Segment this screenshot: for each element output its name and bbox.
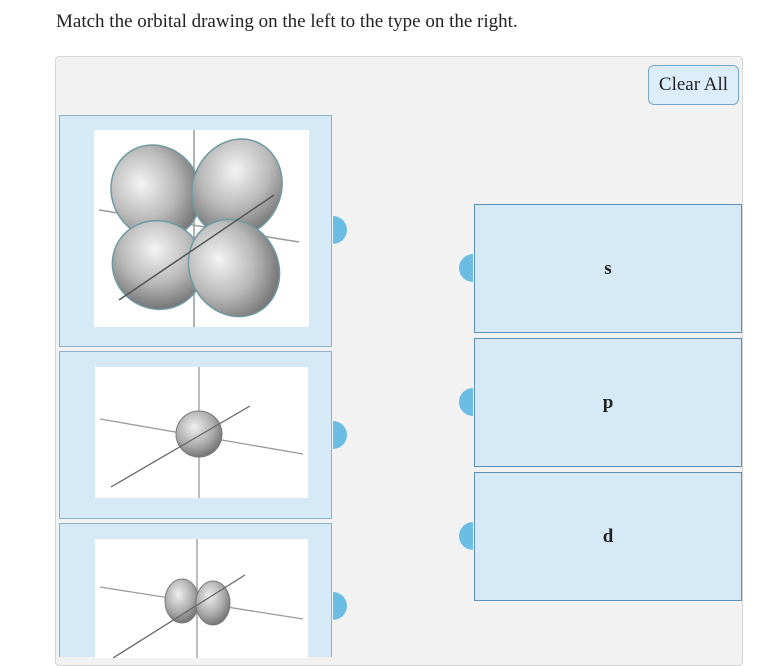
target-card-d[interactable]: d: [474, 472, 742, 601]
target-card-s[interactable]: s: [474, 204, 742, 333]
target-label-s: s: [604, 257, 612, 279]
instructions-text: Match the orbital drawing on the left to…: [56, 11, 518, 32]
p-orbital-dumbbell-icon: [95, 539, 308, 658]
drawing-card-1[interactable]: [59, 115, 332, 347]
clear-all-button[interactable]: Clear All: [648, 65, 739, 105]
drawing-card-3[interactable]: [59, 523, 332, 658]
s-orbital-sphere-icon: [95, 367, 308, 498]
target-label-p: p: [602, 391, 614, 413]
drawing-card-2[interactable]: [59, 351, 332, 519]
target-label-d: d: [602, 525, 614, 547]
target-card-p[interactable]: p: [474, 338, 742, 467]
d-orbital-cloverleaf-icon: [94, 130, 309, 327]
